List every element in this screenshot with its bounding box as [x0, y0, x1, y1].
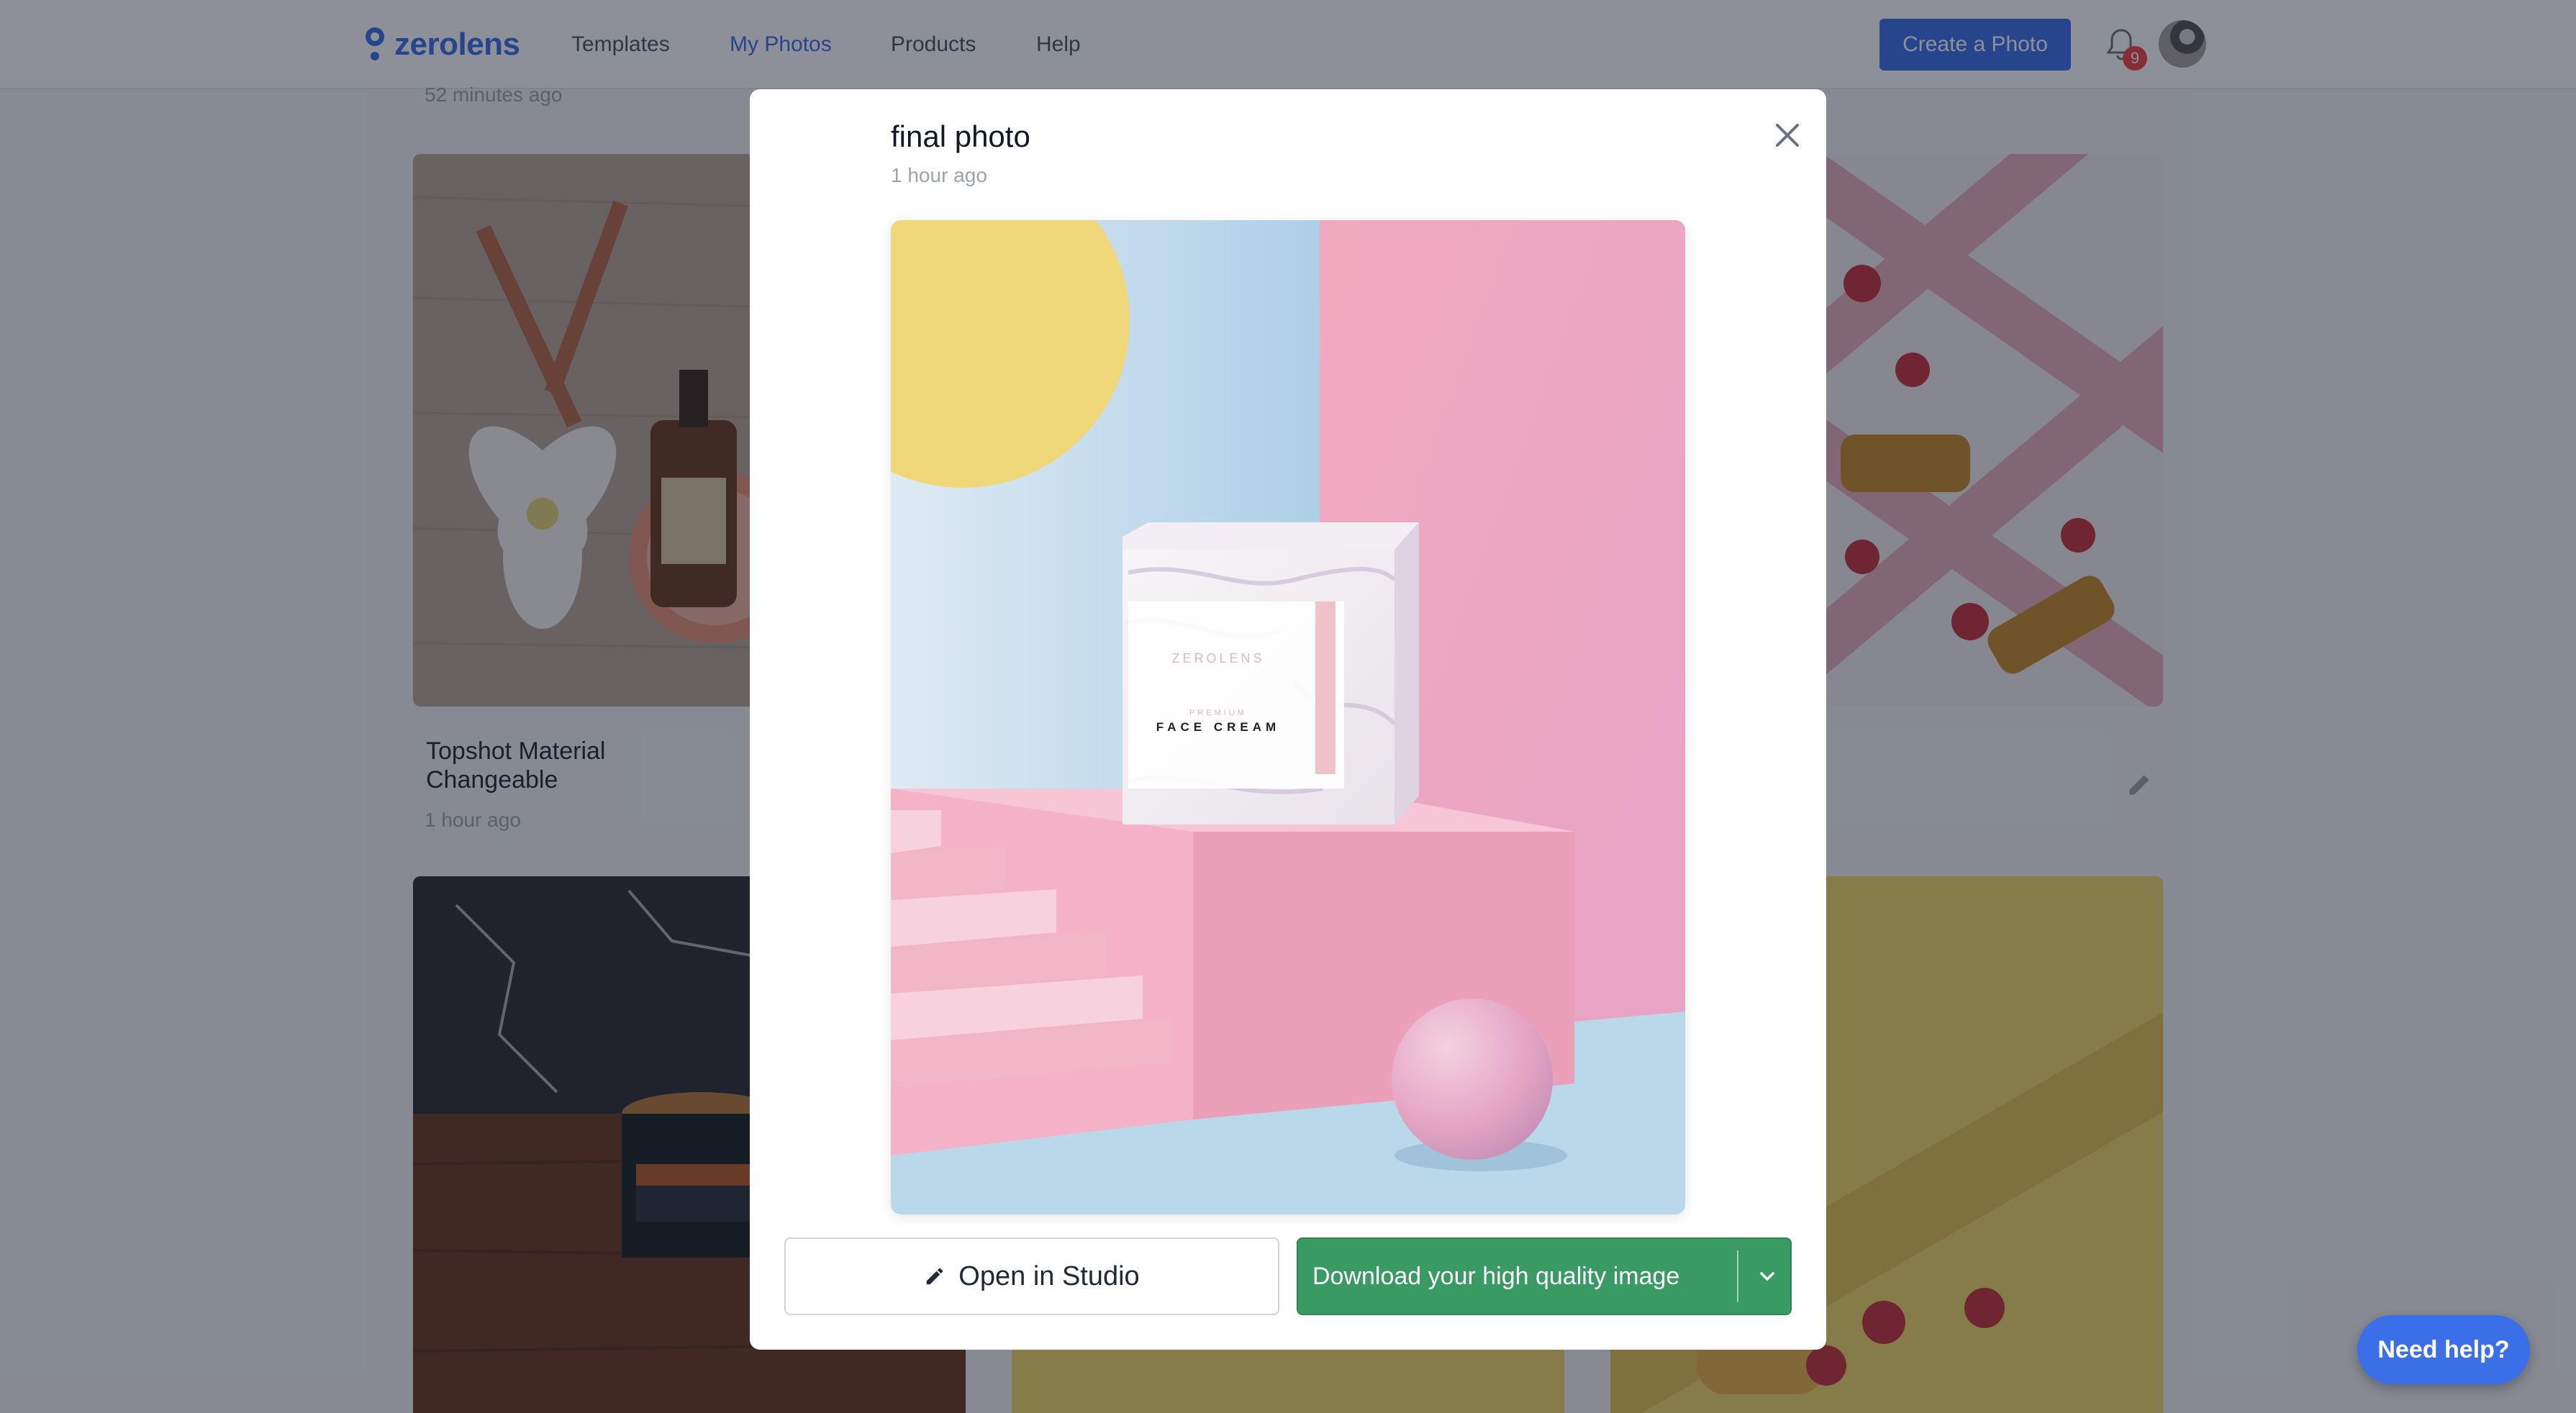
chevron-down-icon[interactable]: [1751, 1260, 1783, 1292]
box-product-name: FACE CREAM: [1156, 720, 1280, 734]
modal-timestamp: 1 hour ago: [891, 164, 987, 186]
box-kicker: PREMIUM: [1189, 709, 1247, 717]
need-help-button[interactable]: Need help?: [2357, 1315, 2530, 1384]
open-in-studio-button[interactable]: Open in Studio: [784, 1237, 1279, 1315]
download-button[interactable]: Download your high quality image: [1297, 1237, 1792, 1315]
pencil-icon: [927, 1268, 943, 1285]
open-in-studio-label: Open in Studio: [958, 1260, 1140, 1291]
download-label: Download your high quality image: [1312, 1263, 1680, 1290]
box-brand: ZEROLENS: [1171, 651, 1264, 665]
preview-photo: ZEROLENS PREMIUM FACE CREAM: [891, 220, 1685, 1214]
close-icon[interactable]: [1766, 114, 1809, 157]
face-cream-render: ZEROLENS PREMIUM FACE CREAM: [891, 220, 1685, 1214]
photo-preview-modal: final photo 1 hour ago ZEROLENS PREMIUM …: [750, 89, 1826, 1350]
modal-title: final photo: [891, 119, 1030, 153]
download-divider: [1737, 1250, 1738, 1302]
